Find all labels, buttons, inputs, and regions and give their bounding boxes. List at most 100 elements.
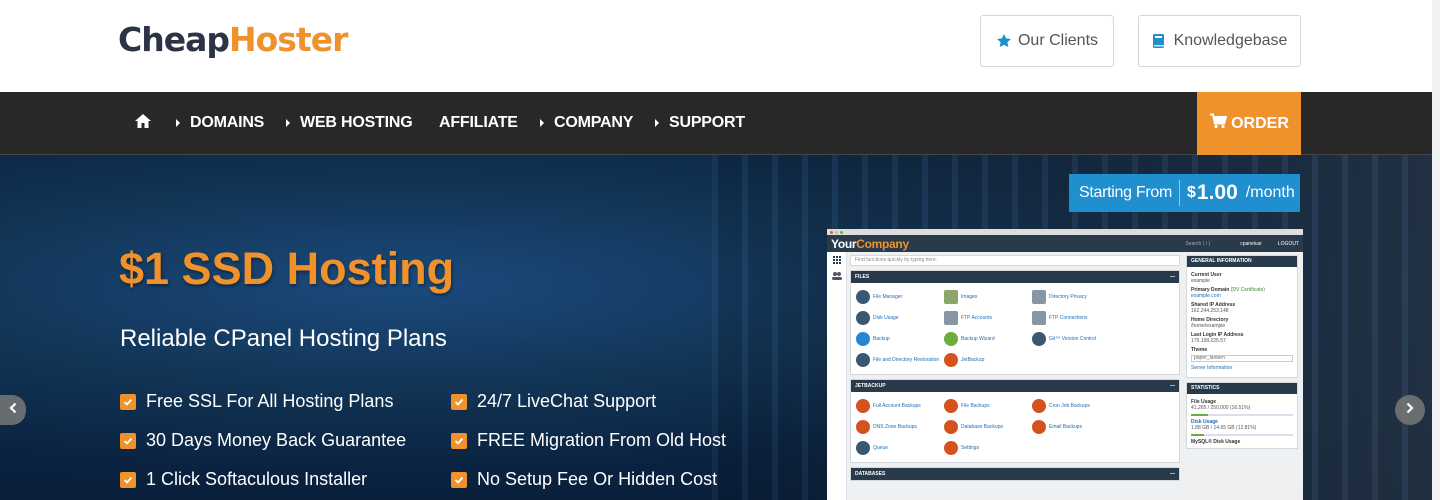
disk-usage-bar	[1191, 434, 1293, 436]
cpanel-item-label: JetBackup	[961, 357, 985, 363]
caret-right-icon	[540, 119, 544, 127]
cpanel-item: Cron Job Backups	[1032, 397, 1132, 415]
cpanel-item: Git™ Version Control	[1032, 330, 1132, 348]
page-scrollbar[interactable]	[1432, 0, 1440, 500]
feature-item: 30 Days Money Back Guarantee	[120, 430, 406, 451]
databases-panel: DATABASES —	[850, 467, 1180, 481]
cpanel-item: FTP Accounts	[944, 309, 1032, 327]
cpanel-item: Database Backups	[944, 418, 1032, 436]
collapse-icon: —	[1170, 383, 1175, 389]
cpanel-item-label: File Backups	[961, 403, 990, 409]
cpanel-item-label: Directory Privacy	[1049, 294, 1087, 300]
site-logo[interactable]: CheapHoster	[118, 20, 348, 60]
checkbox-icon	[120, 432, 136, 449]
cpanel-find-input: Find functions quickly by typing here.	[850, 255, 1180, 266]
nav-affiliate-label: AFFILIATE	[439, 114, 518, 131]
order-label: ORDER	[1231, 114, 1289, 132]
cpanel-item: Backup	[856, 330, 944, 348]
price-amount: 1.00	[1196, 181, 1238, 204]
info-label: Theme	[1191, 347, 1208, 353]
nav-affiliate[interactable]: AFFILIATE	[439, 92, 518, 154]
feature-text: No Setup Fee Or Hidden Cost	[477, 469, 718, 489]
knowledgebase-button[interactable]: Knowledgebase	[1138, 15, 1301, 67]
theme-select: paper_lantern	[1191, 355, 1293, 362]
cpanel-item-label: Full Account Backups	[873, 403, 921, 409]
file-usage-bar	[1191, 414, 1293, 416]
price-badge: Starting From $ 1.00 /month	[1069, 174, 1300, 212]
our-clients-button[interactable]: Our Clients	[980, 15, 1114, 67]
cpanel-item: Directory Privacy	[1032, 288, 1132, 306]
cpanel-screenshot: YourCompany Search ( / ) cpanelusr LOGOU…	[827, 229, 1303, 500]
stat-value: 1.88 GB / 14.65 GB (12.81%)	[1191, 425, 1257, 431]
file-usage-bar-fill	[1191, 414, 1208, 416]
nav-home[interactable]	[118, 92, 168, 154]
nav-support[interactable]: SUPPORT	[655, 92, 745, 154]
cpanel-item: File and Directory Restoration	[856, 351, 944, 369]
cpanel-search: Search ( / )	[1185, 240, 1211, 247]
cpanel-item-label: File Manager	[873, 294, 903, 300]
checkbox-icon	[120, 471, 136, 488]
ftp-connections-icon	[1032, 311, 1046, 325]
databases-panel-header: DATABASES —	[851, 468, 1179, 480]
cpanel-item-label: Images	[961, 294, 978, 300]
stat-value: 41,265 / 250,000 (16.51%)	[1191, 405, 1251, 411]
cpanel-item: Settings	[944, 439, 1032, 457]
feature-item: 24/7 LiveChat Support	[451, 391, 656, 412]
caret-right-icon	[655, 119, 659, 127]
cpanel-item-label: DNS Zone Backups	[873, 424, 917, 430]
feature-item: No Setup Fee Or Hidden Cost	[451, 469, 717, 490]
file-manager-icon	[856, 290, 870, 304]
feature-text: 30 Days Money Back Guarantee	[146, 430, 407, 450]
disk-usage-icon	[856, 311, 870, 325]
info-value: 162.244.253.148	[1191, 308, 1229, 314]
statistics-panel: STATISTICS File Usage 41,265 / 250,000 (…	[1186, 382, 1298, 449]
cpanel-item-label: Queue	[873, 445, 889, 451]
nav-company[interactable]: COMPANY	[540, 92, 633, 154]
feature-item: Free SSL For All Hosting Plans	[120, 391, 393, 412]
nav-support-label: SUPPORT	[669, 114, 745, 131]
database-backup-icon	[944, 420, 958, 434]
file-backup-icon	[944, 399, 958, 413]
feature-text: FREE Migration From Old Host	[477, 430, 727, 450]
checkbox-icon	[451, 393, 467, 410]
email-backup-icon	[1032, 420, 1046, 434]
nav-company-label: COMPANY	[554, 114, 634, 131]
cpanel-logo-company: Company	[856, 236, 909, 251]
nav-domains[interactable]: DOMAINS	[176, 92, 264, 154]
main-nav: DOMAINS WEB HOSTING AFFILIATE COMPANY SU…	[0, 92, 1432, 155]
feature-item: FREE Migration From Old Host	[451, 430, 726, 451]
cpanel-logo: YourCompany	[831, 237, 909, 251]
logo-text-cheap: Cheap	[118, 20, 230, 59]
jetbackup-icon	[944, 353, 958, 367]
feature-text: 1 Click Softaculous Installer	[146, 469, 368, 489]
cpanel-item: Email Backups	[1032, 418, 1132, 436]
chevron-left-icon	[8, 401, 18, 419]
grid-icon	[832, 256, 842, 280]
databases-panel-title: DATABASES	[855, 471, 886, 477]
feature-item: 1 Click Softaculous Installer	[120, 469, 367, 490]
slider-next-button[interactable]	[1395, 395, 1425, 425]
cpanel-item: Disk Usage	[856, 309, 944, 327]
cart-icon	[1209, 113, 1228, 134]
slider-prev-button[interactable]	[0, 395, 26, 425]
window-dot-icon	[835, 230, 838, 234]
cpanel-right-column: GENERAL INFORMATION Current User example…	[1186, 255, 1298, 453]
book-icon	[1152, 33, 1168, 49]
queue-icon	[856, 441, 870, 455]
cron-backup-icon	[1032, 399, 1046, 413]
info-note: (DV Certificate)	[1230, 287, 1265, 293]
cpanel-item: Queue	[856, 439, 944, 457]
cpanel-header: YourCompany Search ( / ) cpanelusr LOGOU…	[827, 235, 1303, 252]
statistics-title: STATISTICS	[1187, 383, 1297, 394]
info-value: example.com	[1191, 293, 1221, 299]
cpanel-item: Backup Wizard	[944, 330, 1032, 348]
disk-usage-bar-fill	[1191, 434, 1205, 436]
cpanel-item: Full Account Backups	[856, 397, 944, 415]
collapse-icon: —	[1170, 274, 1175, 280]
window-dot-icon	[830, 230, 833, 234]
nav-web-hosting[interactable]: WEB HOSTING	[286, 92, 413, 154]
cpanel-item-label: Backup	[873, 336, 890, 342]
git-icon	[1032, 332, 1046, 346]
order-button[interactable]: ORDER	[1197, 92, 1301, 155]
cpanel-item: File Backups	[944, 397, 1032, 415]
